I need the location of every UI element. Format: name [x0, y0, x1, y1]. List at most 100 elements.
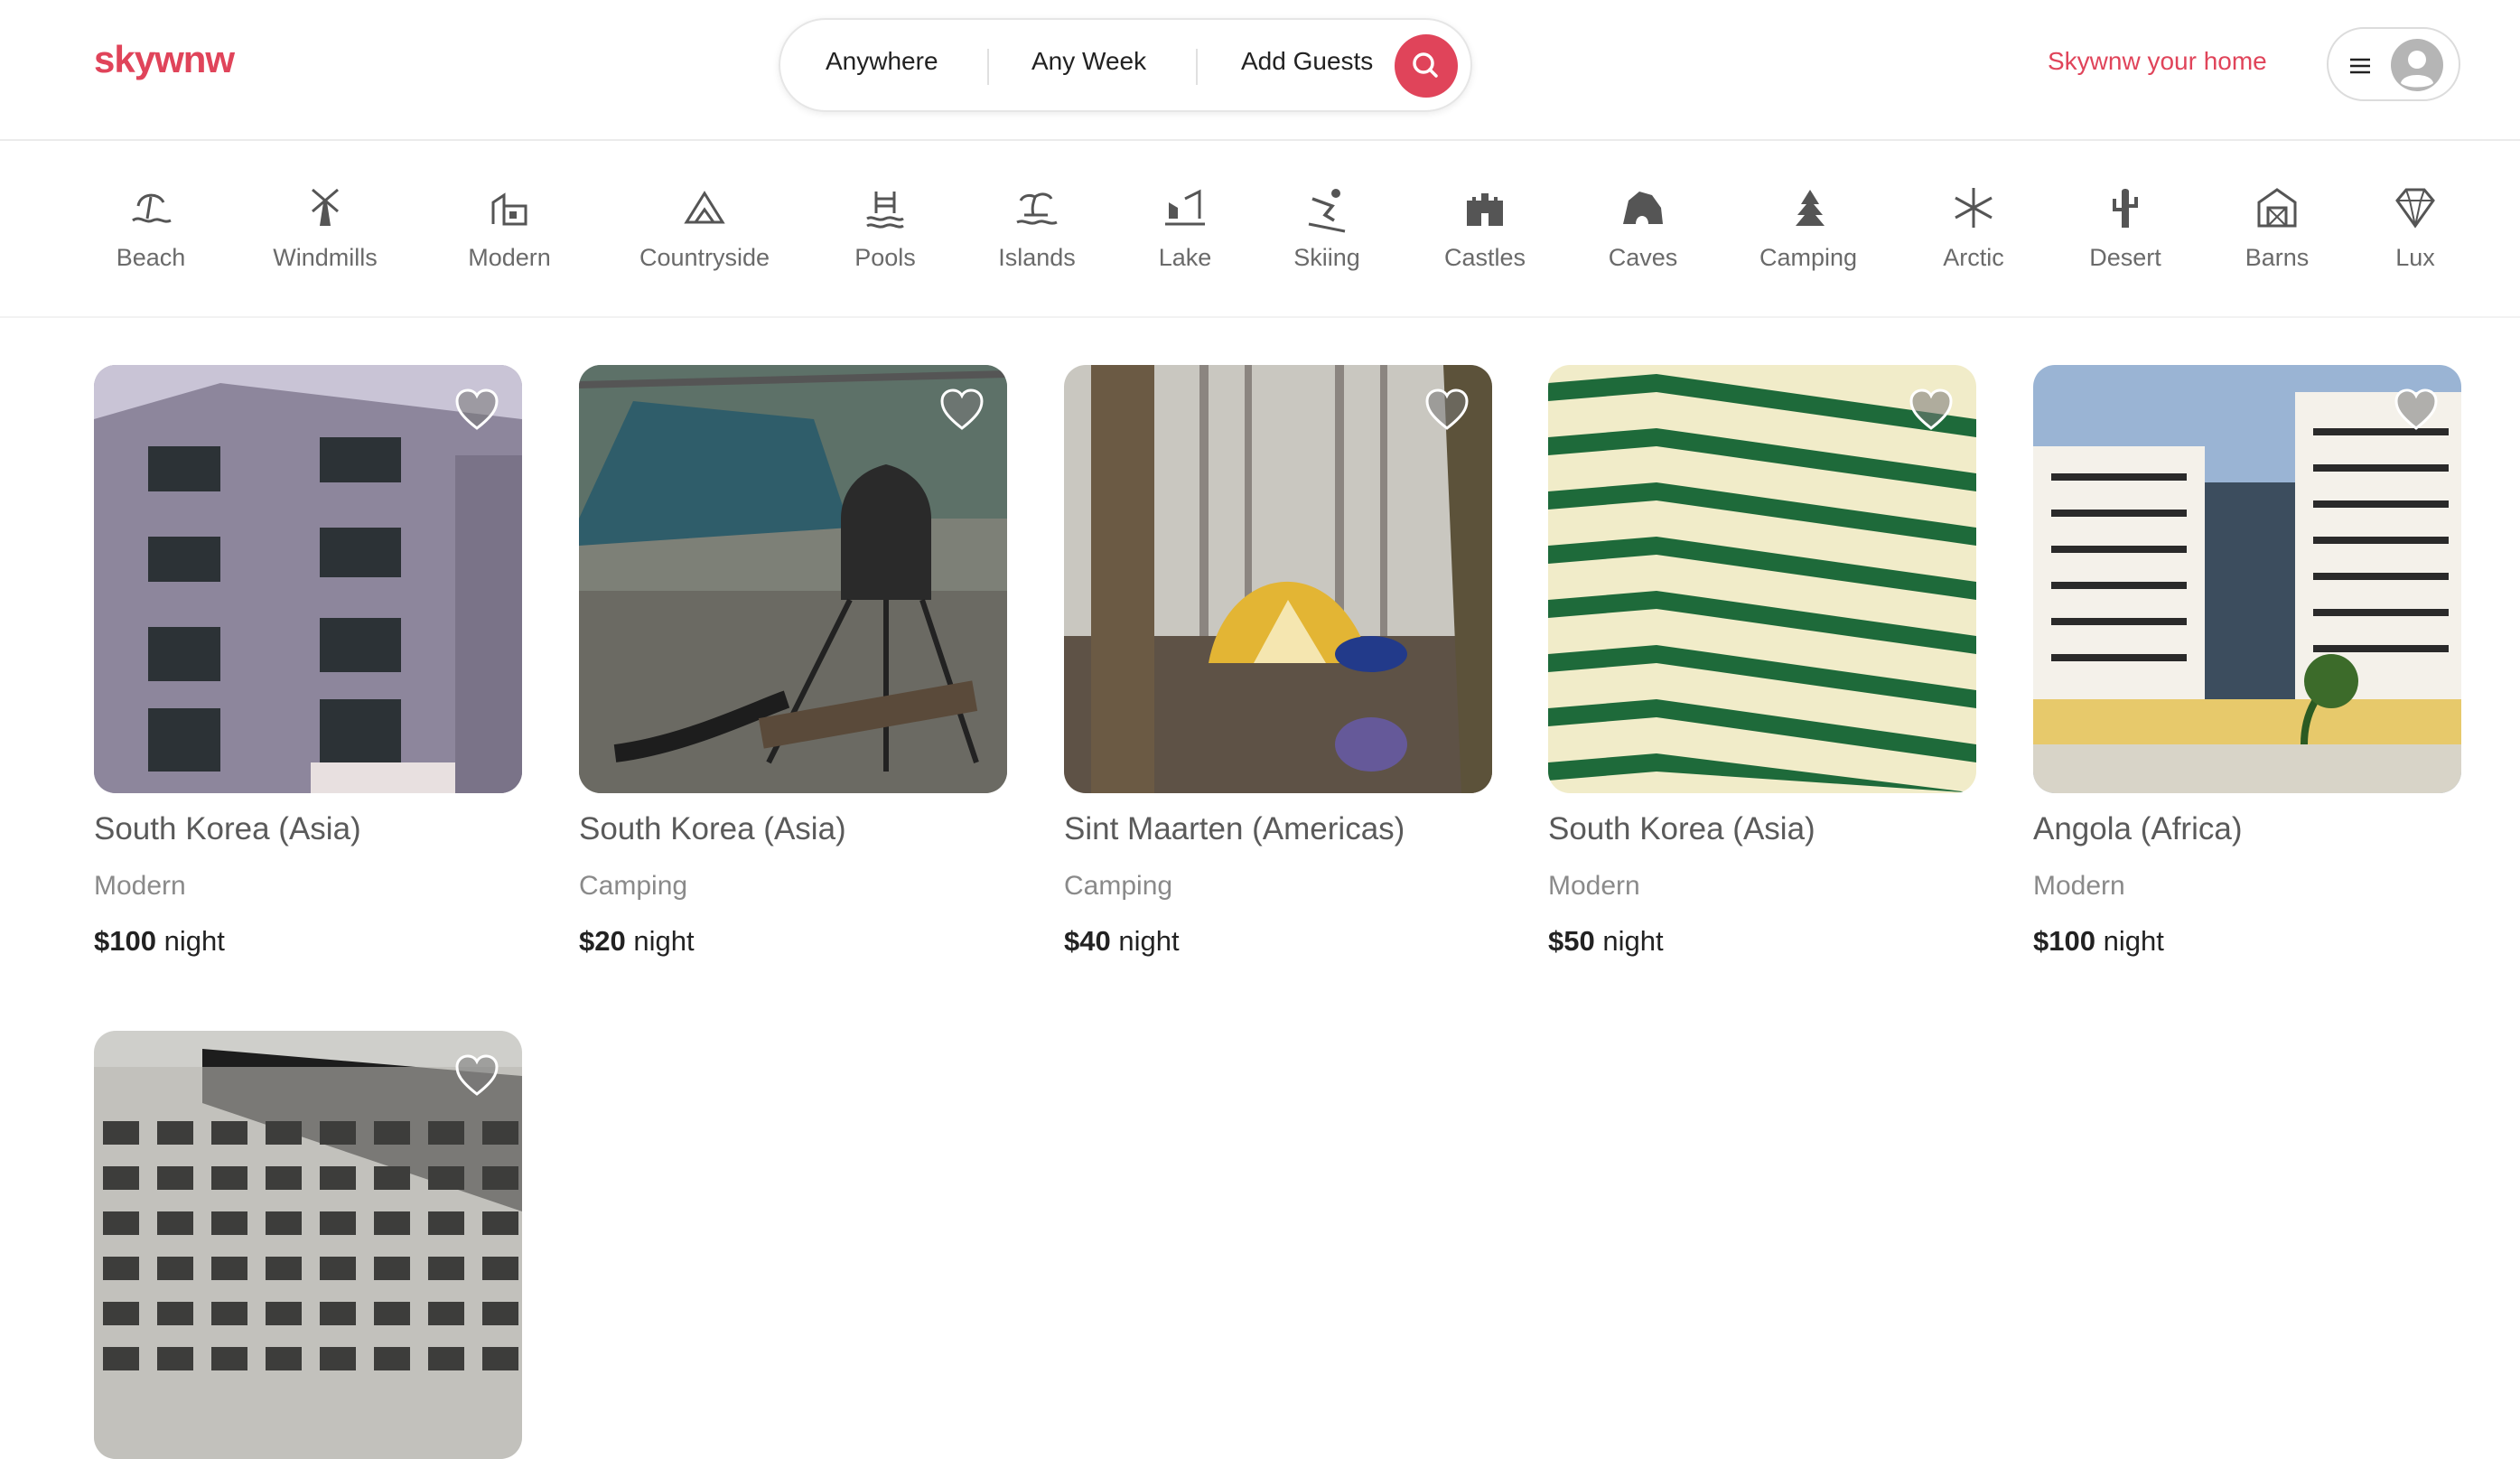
diamond-icon — [2395, 188, 2435, 229]
listing-category: Modern — [2033, 871, 2125, 901]
price-unit: night — [2095, 925, 2164, 957]
hamburger-menu-icon — [2350, 58, 2370, 74]
listing-image[interactable] — [1548, 365, 1976, 793]
search-icon — [1413, 52, 1438, 78]
user-menu-button[interactable] — [2327, 27, 2460, 101]
listing-image[interactable] — [94, 365, 522, 793]
listing-location: South Korea (Asia) — [94, 811, 361, 846]
category-label: Desert — [2089, 244, 2161, 271]
search-bar[interactable]: Anywhere Any Week Add Guests — [779, 18, 1472, 112]
snowflake-icon — [1955, 188, 1993, 228]
category-label: Islands — [998, 244, 1076, 271]
category-windmills[interactable]: Windmills — [262, 182, 388, 272]
price-amount: $40 — [1064, 925, 1111, 957]
listing-card[interactable]: Sint Maarten (Americas) Camping $40 nigh… — [1064, 365, 1492, 958]
listing-price: $100 night — [94, 925, 522, 958]
search-divider — [987, 49, 989, 85]
heart-icon[interactable] — [2391, 385, 2441, 435]
category-label: Lake — [1158, 244, 1212, 271]
category-pools[interactable]: Pools — [847, 182, 923, 272]
heart-icon[interactable] — [937, 385, 987, 435]
modern-house-icon — [491, 192, 527, 226]
category-castles[interactable]: Castles — [1440, 182, 1530, 272]
price-unit: night — [155, 925, 225, 957]
listing-card[interactable]: South Korea (Asia) Modern $50 night — [1548, 365, 1976, 958]
listing-category: Modern — [1548, 871, 1640, 901]
island-icon — [1016, 192, 1058, 225]
search-anywhere[interactable]: Anywhere — [826, 47, 938, 76]
camping-icon — [1796, 190, 1825, 226]
user-avatar-icon — [2391, 39, 2443, 91]
listing-category: Camping — [579, 871, 688, 901]
skiing-icon — [1308, 189, 1346, 233]
mountain-icon — [684, 191, 725, 224]
barn-icon — [2257, 188, 2297, 228]
listing-image[interactable] — [579, 365, 1007, 793]
category-beach[interactable]: Beach — [110, 182, 191, 272]
lake-icon — [1165, 189, 1205, 226]
listing-location: South Korea (Asia) — [579, 811, 846, 846]
category-label: Countryside — [639, 244, 770, 271]
listing-card[interactable]: Angola (Africa) Modern $100 night — [2033, 365, 2461, 958]
price-unit: night — [625, 925, 695, 957]
price-unit: night — [1594, 925, 1664, 957]
category-caves[interactable]: Caves — [1602, 182, 1684, 272]
category-skiing[interactable]: Skiing — [1286, 182, 1367, 272]
category-label: Castles — [1443, 244, 1526, 271]
category-bar: Beach Windmills Modern Countryside Pools… — [0, 141, 2520, 318]
category-arctic[interactable]: Arctic — [1937, 182, 2010, 272]
category-desert[interactable]: Desert — [2082, 182, 2169, 272]
beach-icon — [132, 193, 172, 223]
listing-location: South Korea (Asia) — [1548, 811, 1815, 846]
category-label: Windmills — [273, 244, 378, 271]
category-label: Lux — [2395, 244, 2435, 271]
listing-price: $40 night — [1064, 925, 1492, 958]
price-amount: $20 — [579, 925, 626, 957]
listing-card[interactable] — [94, 1031, 522, 1459]
listing-card[interactable]: South Korea (Asia) Camping $20 night — [579, 365, 1007, 958]
search-any-week[interactable]: Any Week — [1031, 47, 1146, 76]
listing-location: Angola (Africa) — [2033, 811, 2243, 846]
category-lake[interactable]: Lake — [1147, 182, 1223, 272]
search-add-guests[interactable]: Add Guests — [1241, 47, 1373, 76]
category-label: Pools — [854, 244, 916, 271]
category-camping[interactable]: Camping — [1756, 182, 1861, 272]
category-label: Skiing — [1293, 244, 1360, 271]
listing-image[interactable] — [94, 1031, 522, 1459]
listing-location: Sint Maarten (Americas) — [1064, 811, 1405, 846]
listing-price: $100 night — [2033, 925, 2461, 958]
pool-icon — [866, 192, 904, 229]
heart-icon[interactable] — [1906, 385, 1956, 435]
heart-icon[interactable] — [452, 385, 502, 435]
category-barns[interactable]: Barns — [2241, 182, 2313, 272]
search-button[interactable] — [1395, 34, 1458, 98]
category-modern[interactable]: Modern — [464, 182, 555, 272]
listing-price: $50 night — [1548, 925, 1976, 958]
category-countryside[interactable]: Countryside — [632, 182, 777, 272]
price-amount: $100 — [2033, 925, 2095, 957]
top-header: skywnw Anywhere Any Week Add Guests Skyw… — [0, 0, 2520, 141]
category-label: Modern — [468, 244, 551, 271]
category-islands[interactable]: Islands — [992, 182, 1082, 272]
category-label: Camping — [1759, 244, 1858, 271]
search-divider — [1196, 49, 1198, 85]
heart-icon[interactable] — [452, 1051, 502, 1101]
listing-category: Camping — [1064, 871, 1173, 901]
heart-icon[interactable] — [1422, 385, 1472, 435]
price-amount: $50 — [1548, 925, 1595, 957]
category-label: Caves — [1608, 244, 1678, 271]
listing-card[interactable]: South Korea (Asia) Modern $100 night — [94, 365, 522, 958]
category-label: Arctic — [1943, 244, 2004, 271]
host-home-link[interactable]: Skywnw your home — [2048, 47, 2267, 76]
price-unit: night — [1110, 925, 1180, 957]
listing-image[interactable] — [1064, 365, 1492, 793]
price-amount: $100 — [94, 925, 156, 957]
category-label: Beach — [116, 244, 186, 271]
castle-icon — [1467, 193, 1503, 226]
listing-category: Modern — [94, 871, 186, 901]
logo[interactable]: skywnw — [94, 38, 235, 81]
category-lux[interactable]: Lux — [2386, 182, 2444, 272]
cave-icon — [1623, 192, 1663, 224]
listing-image[interactable] — [2033, 365, 2461, 793]
windmill-icon — [312, 188, 339, 226]
